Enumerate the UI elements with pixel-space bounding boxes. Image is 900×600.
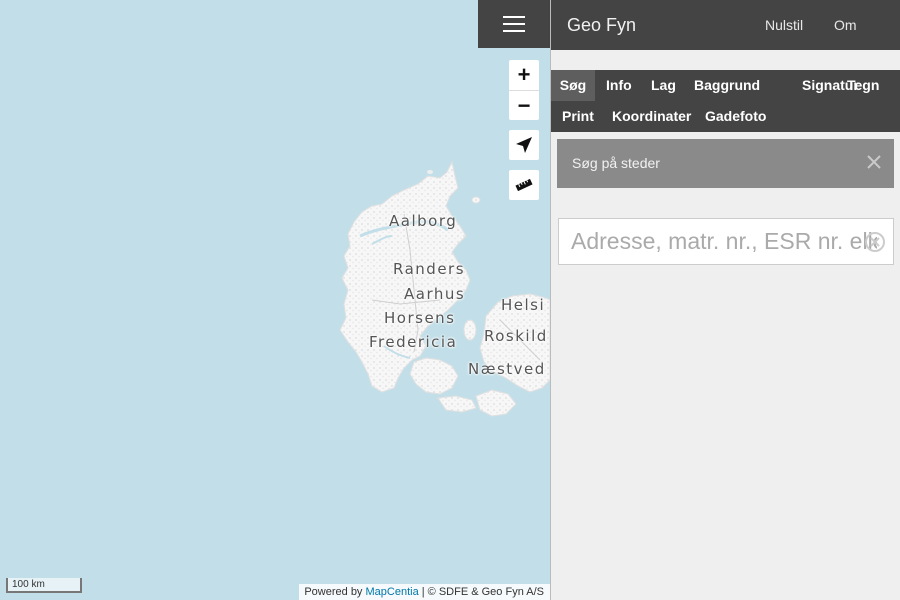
reset-button[interactable]: Nulstil [765,17,803,33]
search-input[interactable] [559,219,879,264]
attribution-prefix: Powered by [304,586,363,598]
attribution-suffix: | © SDFE & Geo Fyn A/S [421,586,544,598]
close-button[interactable] [866,154,882,175]
clear-search-button[interactable] [864,231,886,258]
anholt-land [471,196,481,204]
tab-gadefoto[interactable]: Gadefoto [705,101,766,132]
zoom-out-button[interactable]: − [509,90,539,120]
locate-button[interactable] [509,130,539,160]
app-title: Geo Fyn [567,15,637,35]
close-icon [867,155,881,169]
funen-land [409,357,459,395]
search-section-header: Søg på steder [557,139,894,188]
city-label-aarhus: Aarhus [404,285,466,303]
about-button[interactable]: Om [834,17,857,33]
clear-circle-icon [865,232,885,252]
tab-baggrund[interactable]: Baggrund [694,70,760,101]
menu-button[interactable] [478,0,550,48]
search-section-title: Søg på steder [572,155,660,171]
map-land-layer [339,160,550,417]
tab-tegn[interactable]: Tegn [847,70,879,101]
tab-lag[interactable]: Lag [651,70,676,101]
measure-button[interactable] [509,170,539,200]
zoom-in-button[interactable]: + [509,60,539,90]
panel-tabs: Søg Info Lag Baggrund Signatur Tegn Prin… [551,70,900,132]
city-label-helsingor: Helsi [501,296,546,314]
lolland-land [437,395,477,413]
top-bar: Geo Fyn Nulstil Om [551,0,900,50]
city-label-fredericia: Fredericia [369,333,458,351]
map-attribution: Powered by MapCentia | © SDFE & Geo Fyn … [299,584,550,600]
search-box [558,218,894,265]
city-label-randers: Randers [393,260,466,278]
laeso-land [427,170,433,174]
city-label-roskilde: Roskild [484,327,548,345]
tab-koordinater[interactable]: Koordinater [612,101,691,132]
ruler-icon [515,178,533,192]
tab-sog[interactable]: Søg [551,70,595,101]
location-arrow-icon [516,137,532,153]
city-label-horsens: Horsens [384,309,456,327]
scale-bar: 100 km [6,578,82,593]
city-label-naestved: Næstved [468,360,546,378]
falster-land [475,389,517,417]
mapcentia-link[interactable]: MapCentia [366,586,419,598]
samso-land [463,319,477,341]
side-panel: Geo Fyn Nulstil Om Søg Info Lag Baggrund… [550,0,900,600]
map-view[interactable]: Aalborg Randers Aarhus Horsens Frederici… [0,0,550,600]
tab-info[interactable]: Info [606,70,632,101]
tab-print[interactable]: Print [562,101,594,132]
city-label-aalborg: Aalborg [389,212,458,230]
hamburger-icon [503,16,525,32]
